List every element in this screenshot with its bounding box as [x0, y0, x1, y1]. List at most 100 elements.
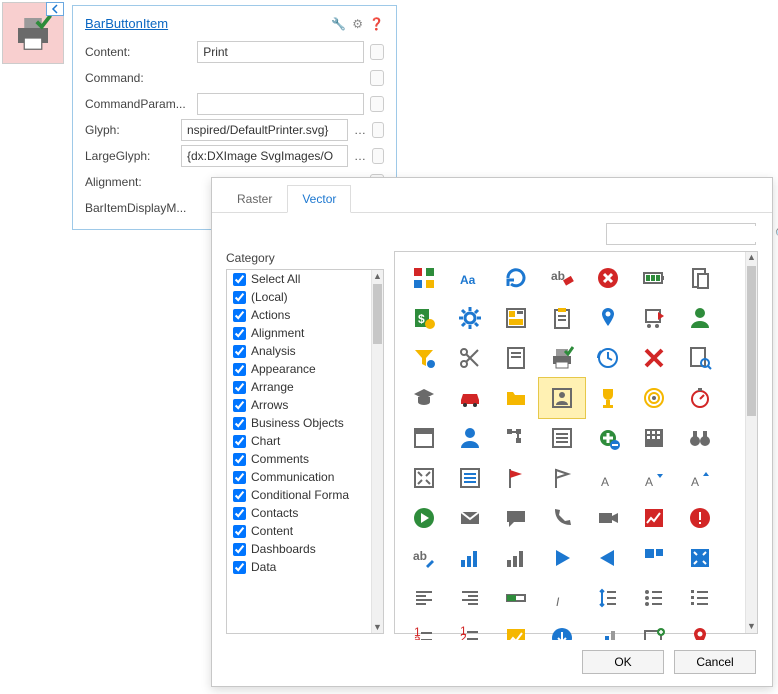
filter-icon[interactable]	[401, 338, 447, 378]
play-left-icon[interactable]	[585, 538, 631, 578]
page-search-icon[interactable]	[677, 338, 723, 378]
category-item[interactable]: Business Objects	[227, 414, 371, 432]
category-item[interactable]: (Local)	[227, 288, 371, 306]
bars2-icon[interactable]	[585, 618, 631, 640]
trophy-icon[interactable]	[585, 378, 631, 418]
line-spacing-icon[interactable]	[585, 578, 631, 618]
numlist2-icon[interactable]: 123	[447, 618, 493, 640]
wrench-icon[interactable]: 🔧	[331, 17, 346, 31]
category-checkbox[interactable]	[233, 453, 246, 466]
gallery-scrollbar[interactable]: ▲ ▼	[745, 252, 757, 633]
a-big-icon[interactable]: A	[677, 458, 723, 498]
category-checkbox[interactable]	[233, 561, 246, 574]
a-small-icon[interactable]: A	[631, 458, 677, 498]
video-icon[interactable]	[585, 498, 631, 538]
data-marker-icon[interactable]	[370, 44, 384, 60]
alert-icon[interactable]	[677, 498, 723, 538]
paste-icon[interactable]	[677, 258, 723, 298]
category-checkbox[interactable]	[233, 417, 246, 430]
category-checkbox[interactable]	[233, 471, 246, 484]
category-item[interactable]: Arrange	[227, 378, 371, 396]
text-edit-icon[interactable]: ab	[401, 538, 447, 578]
grid-colors-icon[interactable]	[401, 258, 447, 298]
target-icon[interactable]	[631, 378, 677, 418]
category-checkbox[interactable]	[233, 507, 246, 520]
tab-vector[interactable]: Vector	[287, 185, 351, 213]
category-item[interactable]: Actions	[227, 306, 371, 324]
refresh-icon[interactable]	[493, 258, 539, 298]
chat-icon[interactable]	[493, 498, 539, 538]
flag-red-icon[interactable]	[493, 458, 539, 498]
play-right-icon[interactable]	[539, 538, 585, 578]
data-marker-icon[interactable]	[372, 122, 384, 138]
mail-icon[interactable]	[447, 498, 493, 538]
category-item[interactable]: Appearance	[227, 360, 371, 378]
ellipsis-button[interactable]: …	[354, 149, 366, 163]
category-checkbox[interactable]	[233, 399, 246, 412]
category-item[interactable]: Select All	[227, 270, 371, 288]
category-item[interactable]: Comments	[227, 450, 371, 468]
category-checkbox[interactable]	[233, 291, 246, 304]
category-checkbox[interactable]	[233, 525, 246, 538]
gear-icon[interactable]	[447, 298, 493, 338]
tree-icon[interactable]	[493, 418, 539, 458]
category-checkbox[interactable]	[233, 435, 246, 448]
down-circle-icon[interactable]	[539, 618, 585, 640]
data-marker-icon[interactable]	[372, 148, 384, 164]
chart-up-icon[interactable]	[631, 498, 677, 538]
prop-input[interactable]	[197, 41, 364, 63]
letter-a-icon[interactable]: A	[585, 458, 631, 498]
layout-icon[interactable]	[493, 298, 539, 338]
battery-icon[interactable]	[631, 258, 677, 298]
prop-input[interactable]	[181, 119, 348, 141]
category-item[interactable]: Contacts	[227, 504, 371, 522]
category-item[interactable]: Dashboards	[227, 540, 371, 558]
cancel-button[interactable]: Cancel	[674, 650, 756, 674]
erase-text-icon[interactable]: ab	[539, 258, 585, 298]
category-checkbox[interactable]	[233, 309, 246, 322]
category-item[interactable]: Chart	[227, 432, 371, 450]
page-icon[interactable]	[493, 338, 539, 378]
category-item[interactable]: Communication	[227, 468, 371, 486]
car-icon[interactable]	[447, 378, 493, 418]
stopwatch-icon[interactable]	[677, 378, 723, 418]
expand-icon[interactable]	[401, 458, 447, 498]
list-blue-icon[interactable]	[447, 458, 493, 498]
category-checkbox[interactable]	[233, 273, 246, 286]
category-item[interactable]: Analysis	[227, 342, 371, 360]
bullets2-icon[interactable]	[677, 578, 723, 618]
shrink-icon[interactable]	[677, 538, 723, 578]
progress-icon[interactable]	[493, 578, 539, 618]
category-checkbox[interactable]	[233, 363, 246, 376]
folder-icon[interactable]	[493, 378, 539, 418]
list-icon[interactable]	[539, 418, 585, 458]
bars-gray-icon[interactable]	[493, 538, 539, 578]
printer-check-icon[interactable]	[539, 338, 585, 378]
data-marker-icon[interactable]	[370, 96, 384, 112]
flag-gray-icon[interactable]	[539, 458, 585, 498]
type-link[interactable]: BarButtonItem	[85, 16, 168, 31]
align-right-icon[interactable]	[447, 578, 493, 618]
user-icon[interactable]	[677, 298, 723, 338]
chart-box-icon[interactable]	[493, 618, 539, 640]
category-checkbox[interactable]	[233, 381, 246, 394]
panel-icon[interactable]	[631, 538, 677, 578]
help-icon[interactable]: ❓	[369, 17, 384, 31]
cart-icon[interactable]	[631, 298, 677, 338]
map-pin-icon[interactable]	[677, 618, 723, 640]
keypad-icon[interactable]	[631, 418, 677, 458]
category-checkbox[interactable]	[233, 543, 246, 556]
category-checkbox[interactable]	[233, 489, 246, 502]
graduate-icon[interactable]	[401, 378, 447, 418]
align-left-icon[interactable]	[401, 578, 447, 618]
window-icon[interactable]	[401, 418, 447, 458]
tab-raster[interactable]: Raster	[222, 185, 287, 213]
numlist-red-icon[interactable]: 1ai	[401, 618, 447, 640]
category-scrollbar[interactable]: ▲▼	[371, 270, 383, 633]
prop-input[interactable]	[197, 93, 364, 115]
bars-blue-icon[interactable]	[447, 538, 493, 578]
x-icon[interactable]	[631, 338, 677, 378]
ellipsis-button[interactable]: …	[354, 123, 366, 137]
add-circle-icon[interactable]	[585, 418, 631, 458]
category-item[interactable]: Content	[227, 522, 371, 540]
